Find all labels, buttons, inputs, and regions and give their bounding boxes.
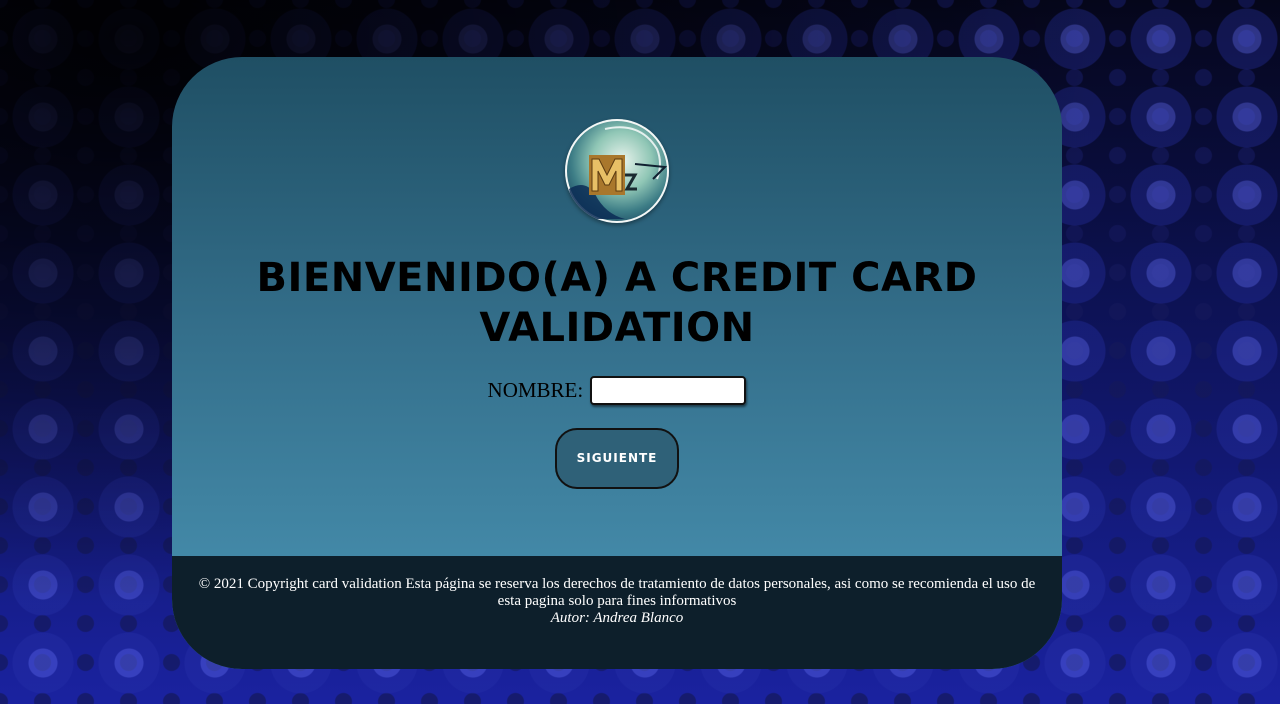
next-button[interactable]: SIGUIENTE — [555, 428, 679, 489]
footer-copyright: © 2021 Copyright card validation Esta pá… — [198, 576, 1036, 609]
footer: © 2021 Copyright card validation Esta pá… — [172, 556, 1062, 669]
page-title: BIENVENIDO(A) A CREDIT CARD VALIDATION — [172, 253, 1062, 353]
name-label: NOMBRE: — [487, 378, 584, 402]
name-form-row: NOMBRE: — [172, 376, 1062, 405]
page: { "card": { "title_line1": "BIENVENIDO(A… — [0, 0, 1280, 704]
footer-author: Autor: Andrea Blanco — [550, 610, 684, 626]
welcome-card: BIENVENIDO(A) A CREDIT CARD VALIDATION N… — [172, 57, 1062, 669]
globe-logo-icon — [565, 119, 669, 223]
title-line-2: VALIDATION — [479, 305, 755, 351]
name-input[interactable] — [590, 376, 747, 405]
logo-graphic — [569, 126, 668, 219]
title-line-1: BIENVENIDO(A) A CREDIT CARD — [256, 255, 978, 301]
